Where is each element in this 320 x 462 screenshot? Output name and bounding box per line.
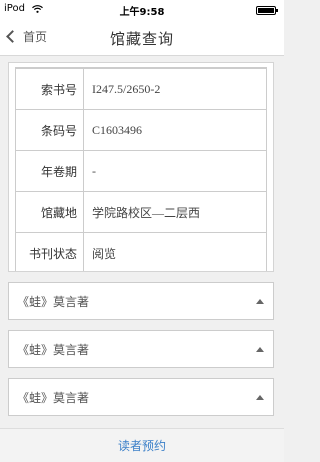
holding-detail-card: 索书号 I247.5/2650-2 条码号 C1603496 年卷期 - 馆藏地… [8, 62, 274, 272]
caret-up-icon [256, 395, 264, 400]
holding-title: 《蛙》莫言著 [17, 391, 90, 405]
call-number-label: 索书号 [15, 68, 84, 110]
call-number-value: I247.5/2650-2 [83, 68, 267, 110]
page-title: 馆藏查询 [109, 30, 174, 48]
table-row: 馆藏地 学院路校区—二层西 [15, 191, 267, 233]
battery-icon [256, 6, 278, 15]
holding-detail-table: 索书号 I247.5/2650-2 条码号 C1603496 年卷期 - 馆藏地… [15, 67, 267, 271]
status-label: 书刊状态 [15, 232, 84, 271]
barcode-label: 条码号 [15, 109, 84, 151]
status-bar: iPod 上午9:58 [0, 0, 284, 20]
navigation-bar: 首页 馆藏查询 [0, 20, 284, 56]
holding-collapse-item[interactable]: 《蛙》莫言著 [8, 282, 274, 320]
volume-label: 年卷期 [15, 150, 84, 192]
table-row: 年卷期 - [15, 150, 267, 192]
holding-title: 《蛙》莫言著 [17, 343, 90, 357]
table-row: 索书号 I247.5/2650-2 [15, 68, 267, 110]
location-label: 馆藏地 [15, 191, 84, 233]
caret-up-icon [256, 347, 264, 352]
holding-collapse-item[interactable]: 《蛙》莫言著 [8, 378, 274, 416]
reserve-button[interactable]: 读者预约 [0, 429, 284, 462]
bottom-bar: 读者预约 [0, 428, 284, 462]
location-value: 学院路校区—二层西 [83, 191, 267, 233]
table-row: 书刊状态 阅览 [15, 232, 267, 271]
status-value: 阅览 [83, 232, 267, 271]
caret-up-icon [256, 299, 264, 304]
holding-collapse-item[interactable]: 《蛙》莫言著 [8, 330, 274, 368]
table-row: 条码号 C1603496 [15, 109, 267, 151]
barcode-value: C1603496 [83, 109, 267, 151]
clock: 上午9:58 [119, 7, 165, 18]
volume-value: - [83, 150, 267, 192]
holding-title: 《蛙》莫言著 [17, 295, 90, 309]
